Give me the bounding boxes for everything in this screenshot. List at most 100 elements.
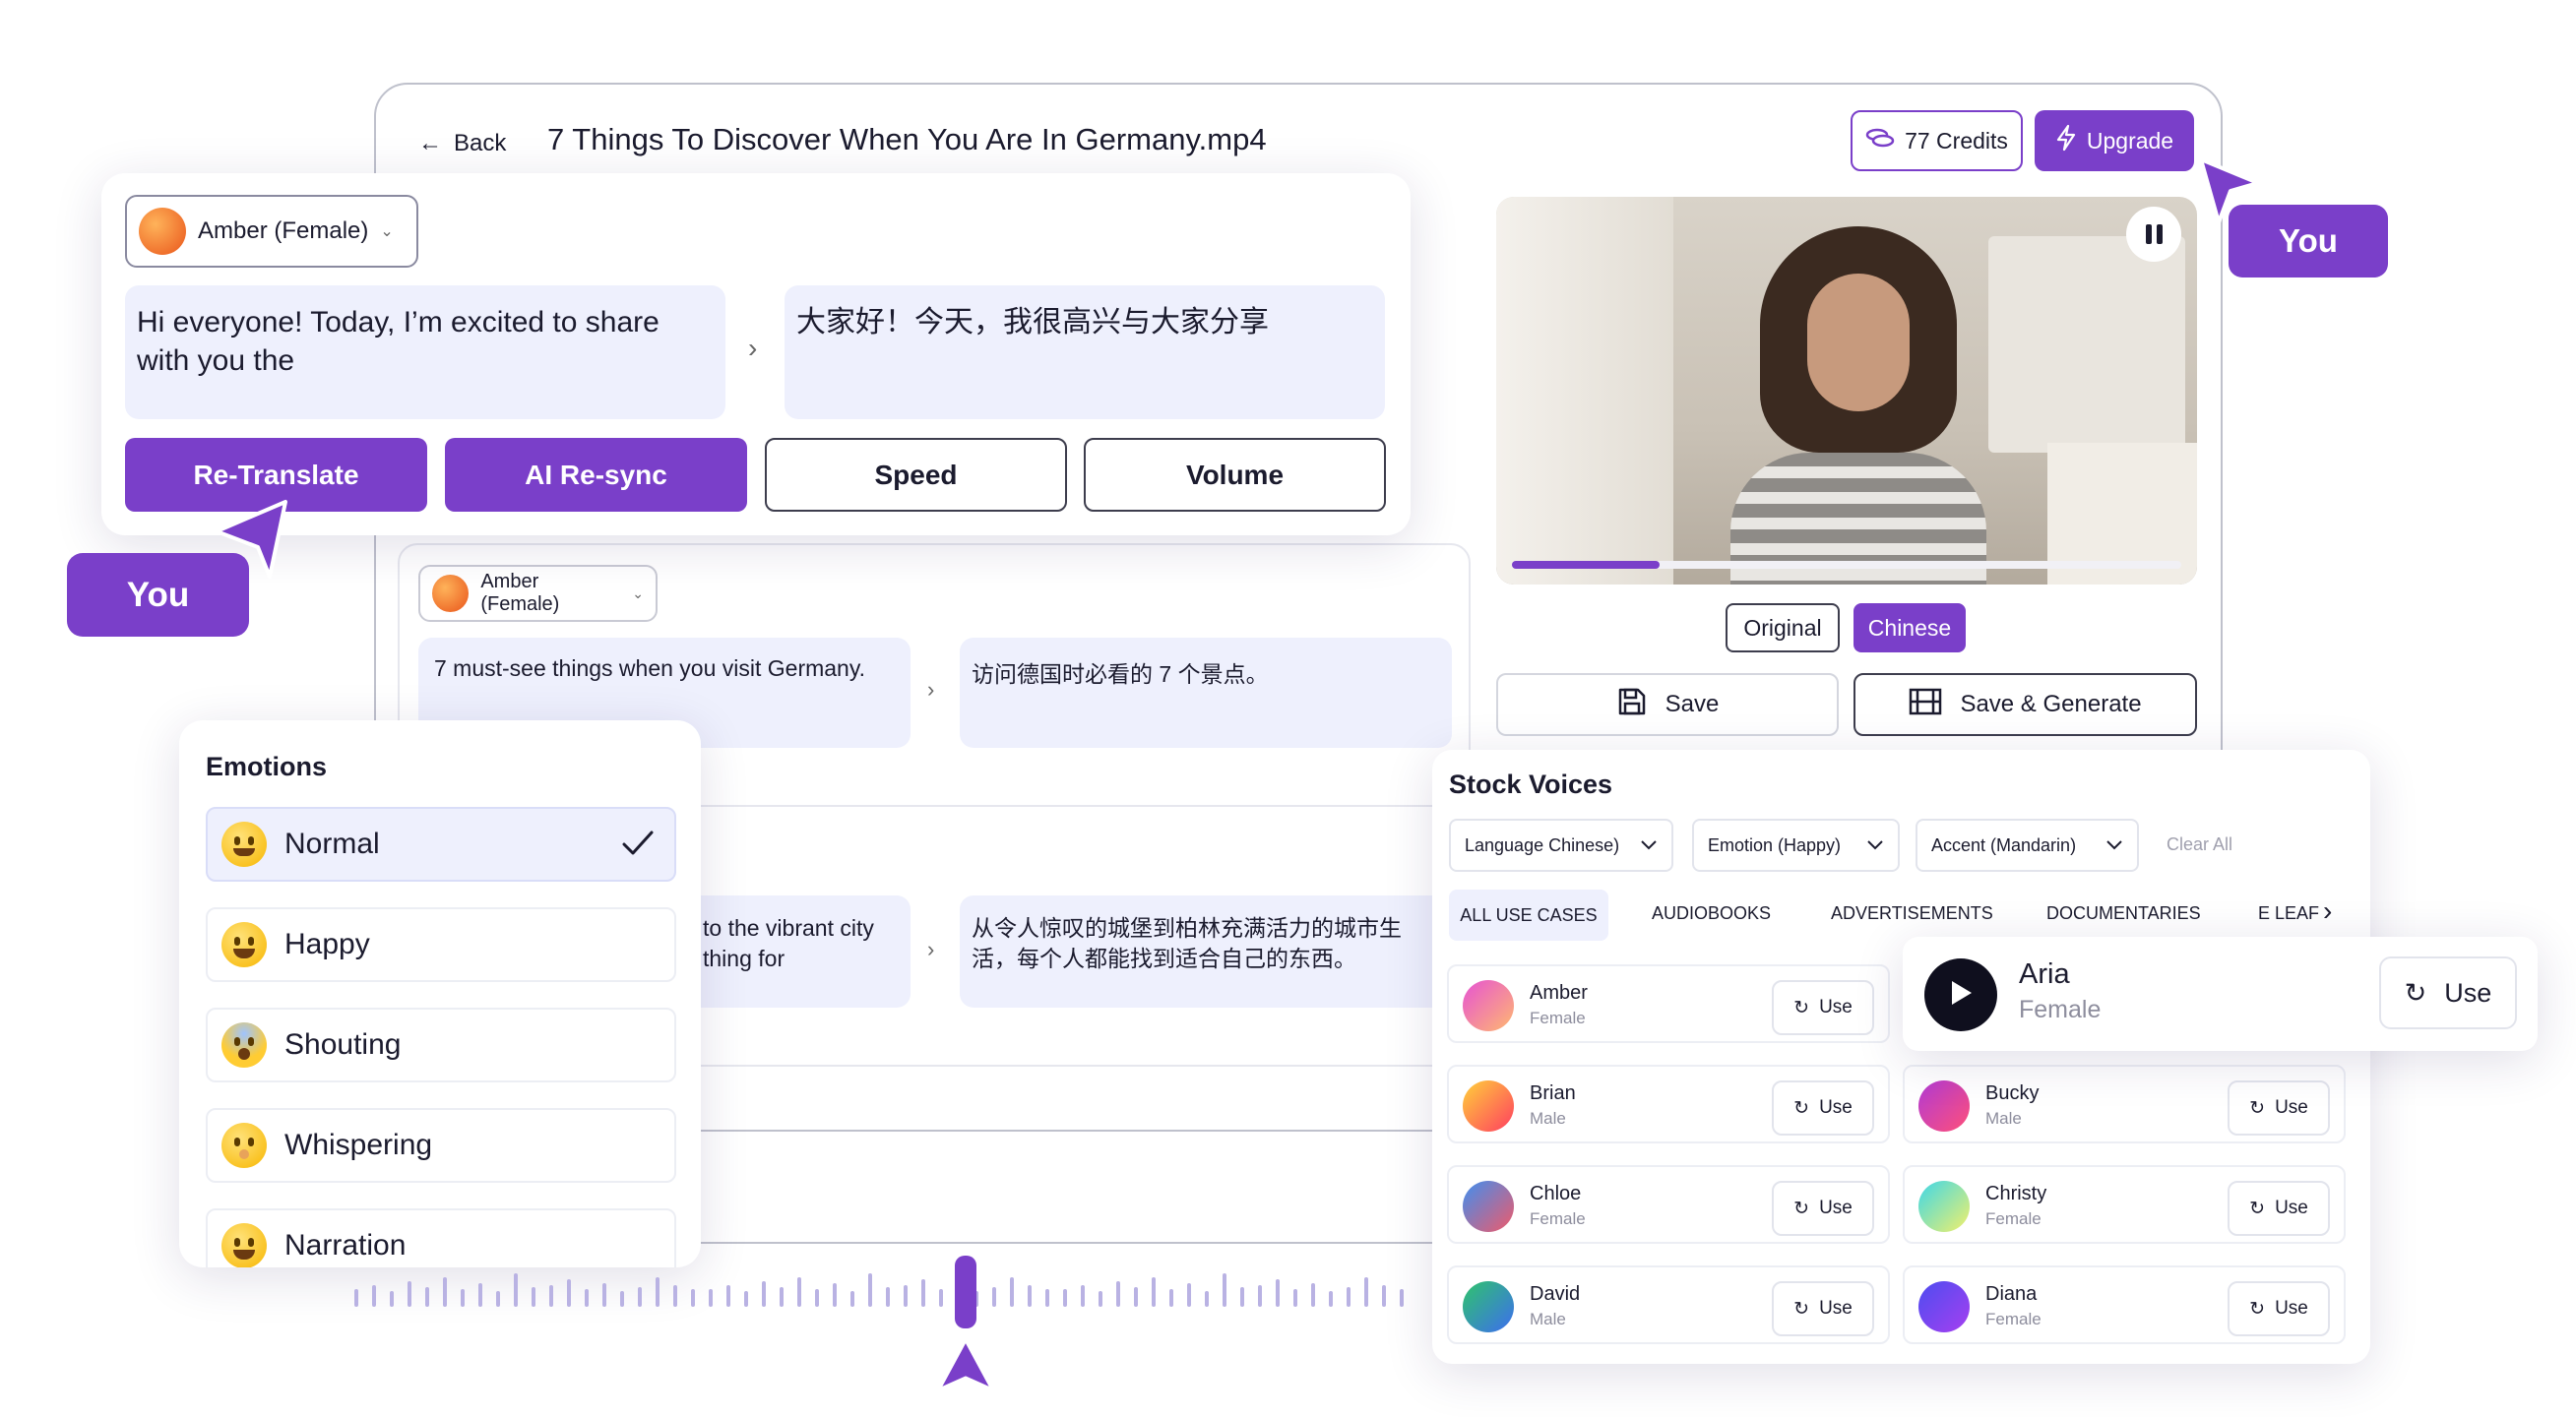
- waveform-tick: [461, 1289, 465, 1307]
- clear-all-link[interactable]: Clear All: [2167, 834, 2232, 855]
- waveform-tick: [408, 1281, 411, 1307]
- volume-button[interactable]: Volume: [1084, 438, 1386, 512]
- use-voice-button[interactable]: ↻ Use: [1772, 1080, 1874, 1136]
- filter-language-label: Language Chinese): [1465, 834, 1620, 855]
- emotion-happy[interactable]: Happy: [206, 907, 676, 982]
- play-button[interactable]: [1924, 958, 1997, 1031]
- arrow-left-icon: ←: [418, 130, 442, 156]
- speed-button[interactable]: Speed: [765, 438, 1067, 512]
- voice-card-diana[interactable]: Diana Female ↻ Use: [1903, 1265, 2346, 1344]
- use-voice-button[interactable]: ↻ Use: [2228, 1281, 2330, 1336]
- lang-original-button[interactable]: Original: [1726, 603, 1840, 652]
- popup-source-text[interactable]: Hi everyone! Today, I’m excited to share…: [125, 285, 725, 419]
- emotions-title: Emotions: [206, 752, 328, 781]
- filter-accent-label: Accent (Mandarin): [1931, 834, 2077, 855]
- emotion-shouting[interactable]: Shouting: [206, 1008, 676, 1082]
- chevron-down-icon: ⌄: [380, 223, 394, 240]
- emotion-label: Shouting: [284, 1028, 402, 1061]
- filter-emotion[interactable]: Emotion (Happy): [1692, 819, 1900, 872]
- waveform-tick: [390, 1291, 394, 1307]
- chevron-down-icon: [2105, 835, 2123, 856]
- video-progress-track[interactable]: [1512, 561, 2181, 569]
- lightning-icon: [2055, 124, 2077, 157]
- segment-2-voice-select[interactable]: Amber (Female) ⌄: [418, 565, 658, 622]
- waveform-tick: [585, 1289, 589, 1307]
- voice-avatar: [1918, 1080, 1970, 1132]
- segment-2-translated-text[interactable]: 访问德国时必看的 7 个景点。: [960, 638, 1452, 748]
- popup-voice-select[interactable]: Amber (Female) ⌄: [125, 195, 418, 268]
- tab-e-learning[interactable]: E LEAF: [2258, 903, 2319, 924]
- waveform-tick: [602, 1283, 606, 1307]
- upgrade-button[interactable]: Upgrade: [2035, 110, 2194, 171]
- filter-language[interactable]: Language Chinese): [1449, 819, 1673, 872]
- voice-card-amber[interactable]: Amber Female ↻ Use: [1447, 964, 1890, 1043]
- checkmark-icon: [621, 829, 655, 866]
- use-voice-button[interactable]: ↻ Use: [1772, 980, 1874, 1035]
- voice-gender: Male: [1530, 1310, 1566, 1328]
- save-generate-button[interactable]: Save & Generate: [1853, 673, 2197, 736]
- use-voice-button[interactable]: ↻ Use: [2228, 1080, 2330, 1136]
- pause-button[interactable]: [2126, 207, 2181, 262]
- emotion-normal[interactable]: Normal: [206, 807, 676, 882]
- voice-card-aria[interactable]: Aria Female ↻ Use: [1903, 937, 2538, 1051]
- use-voice-button[interactable]: ↻ Use: [1772, 1281, 1874, 1336]
- use-voice-button[interactable]: ↻ Use: [2379, 956, 2517, 1029]
- voice-card-bucky[interactable]: Bucky Male ↻ Use: [1903, 1065, 2346, 1143]
- voice-card-christy[interactable]: Christy Female ↻ Use: [1903, 1165, 2346, 1244]
- coins-icon: [1865, 127, 1895, 154]
- filter-accent[interactable]: Accent (Mandarin): [1916, 819, 2139, 872]
- file-title: 7 Things To Discover When You Are In Ger…: [547, 122, 1267, 156]
- voice-card-david[interactable]: David Male ↻ Use: [1447, 1265, 1890, 1344]
- waveform-tick: [762, 1281, 766, 1307]
- pause-icon: [2145, 224, 2163, 244]
- waveform-tick: [815, 1289, 819, 1307]
- voice-avatar: [1463, 1181, 1514, 1232]
- ai-resync-button[interactable]: AI Re-sync: [445, 438, 747, 512]
- tab-all-use-cases[interactable]: ALL USE CASES: [1449, 890, 1608, 941]
- waveform-tick: [1045, 1289, 1049, 1307]
- back-button[interactable]: ← Back: [418, 126, 506, 161]
- waveform-tick: [939, 1289, 943, 1307]
- tab-advertisements[interactable]: ADVERTISEMENTS: [1831, 903, 1993, 924]
- save-button[interactable]: Save: [1496, 673, 1839, 736]
- waveform-tick: [549, 1285, 553, 1307]
- presenter-figure: [1730, 216, 1986, 585]
- waveform-tick: [1258, 1285, 1262, 1307]
- emotion-whispering[interactable]: Whispering: [206, 1108, 676, 1183]
- popup-translated-text[interactable]: 大家好！今天，我很高兴与大家分享: [785, 285, 1385, 419]
- chevron-down-icon: [1866, 835, 1884, 856]
- chevron-down-icon: [1640, 835, 1658, 856]
- use-voice-button[interactable]: ↻ Use: [2228, 1181, 2330, 1236]
- timeline-waveform[interactable]: [354, 1269, 1417, 1313]
- voice-gender: Male: [1985, 1109, 2022, 1128]
- waveform-tick: [1364, 1277, 1368, 1307]
- lang-chinese-button[interactable]: Chinese: [1853, 603, 1966, 652]
- voice-gender: Female: [1530, 1009, 1586, 1027]
- timeline-playhead[interactable]: [955, 1256, 976, 1328]
- segment-3-translated-text[interactable]: 从令人惊叹的城堡到柏林充满活力的城市生活，每个人都能找到适合自己的东西。: [960, 895, 1452, 1008]
- refresh-icon: ↻: [1793, 1298, 1810, 1320]
- emotion-narration[interactable]: Narration: [206, 1208, 676, 1267]
- waveform-tick: [1276, 1279, 1280, 1307]
- stock-voices-title: Stock Voices: [1449, 770, 1613, 799]
- tab-documentaries[interactable]: DOCUMENTARIES: [2046, 903, 2201, 924]
- use-label: Use: [2444, 977, 2492, 1008]
- tab-audiobooks[interactable]: AUDIOBOOKS: [1652, 903, 1771, 924]
- voice-card-brian[interactable]: Brian Male ↻ Use: [1447, 1065, 1890, 1143]
- chevron-right-icon[interactable]: ›: [2323, 895, 2332, 927]
- waveform-tick: [833, 1283, 837, 1307]
- credits-badge[interactable]: 77 Credits: [1851, 110, 2023, 171]
- waveform-tick: [620, 1291, 624, 1307]
- waveform-tick: [1311, 1283, 1315, 1307]
- voice-card-chloe[interactable]: Chloe Female ↻ Use: [1447, 1165, 1890, 1244]
- film-icon: [1909, 688, 1942, 722]
- waveform-tick: [726, 1285, 730, 1307]
- voice-avatar: [1463, 1080, 1514, 1132]
- waveform-tick: [1134, 1287, 1138, 1307]
- waveform-tick: [673, 1285, 677, 1307]
- voice-gender: Female: [1985, 1209, 2042, 1228]
- emotions-panel: Emotions Normal Happy Shouting Whisperin…: [179, 720, 701, 1267]
- waveform-tick: [886, 1287, 890, 1307]
- video-player[interactable]: [1496, 197, 2197, 585]
- use-voice-button[interactable]: ↻ Use: [1772, 1181, 1874, 1236]
